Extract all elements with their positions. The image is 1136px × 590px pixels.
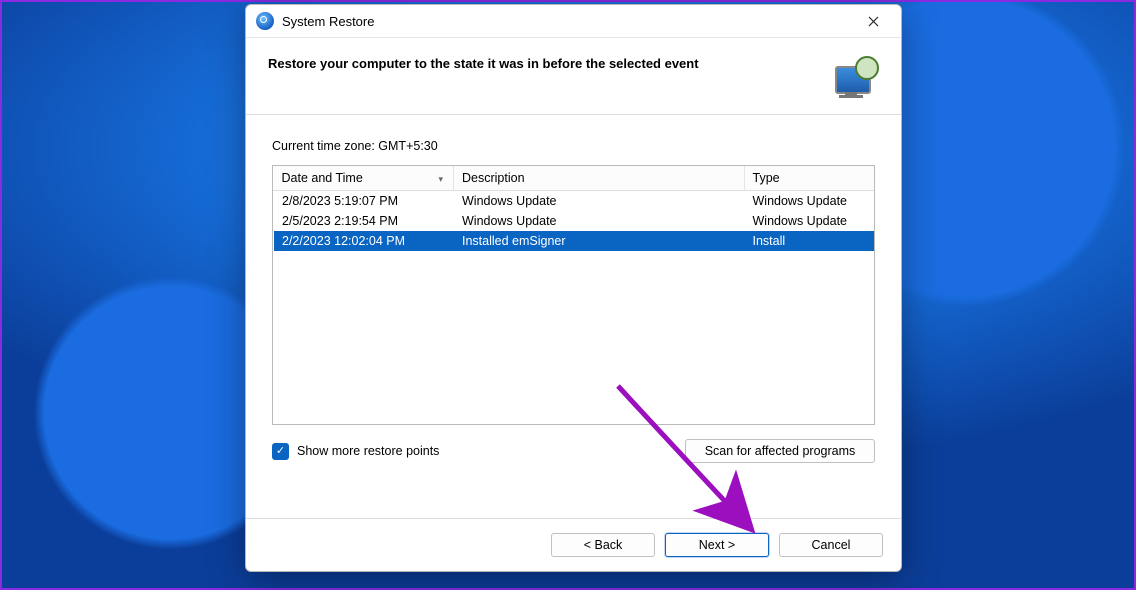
empty-row <box>274 293 875 314</box>
titlebar: System Restore <box>246 5 901 37</box>
column-header-description[interactable]: Description <box>454 166 745 191</box>
cell-description: Windows Update <box>454 191 745 212</box>
restore-hero-icon <box>831 56 879 98</box>
cell-type: Install <box>744 231 874 251</box>
column-header-type[interactable]: Type <box>744 166 874 191</box>
empty-row <box>274 272 875 293</box>
desktop-background: System Restore Restore your computer to … <box>0 0 1136 590</box>
restore-point-row[interactable]: 2/2/2023 12:02:04 PMInstalled emSignerIn… <box>274 231 875 251</box>
wizard-header: Restore your computer to the state it wa… <box>246 37 901 115</box>
window-title: System Restore <box>282 14 374 29</box>
cancel-button[interactable]: Cancel <box>779 533 883 557</box>
next-button[interactable]: Next > <box>665 533 769 557</box>
empty-row <box>274 314 875 335</box>
restore-point-row[interactable]: 2/8/2023 5:19:07 PMWindows UpdateWindows… <box>274 191 875 212</box>
under-table-row: ✓ Show more restore points Scan for affe… <box>272 439 875 463</box>
wizard-body: Current time zone: GMT+5:30 Date and Tim… <box>246 115 901 518</box>
empty-row <box>274 419 875 425</box>
cell-description: Installed emSigner <box>454 231 745 251</box>
empty-row <box>274 356 875 377</box>
show-more-checkbox[interactable]: ✓ <box>272 443 289 460</box>
timezone-label: Current time zone: GMT+5:30 <box>272 139 875 153</box>
system-restore-window: System Restore Restore your computer to … <box>245 4 902 572</box>
wizard-heading: Restore your computer to the state it wa… <box>268 56 831 71</box>
back-button[interactable]: < Back <box>551 533 655 557</box>
empty-row <box>274 335 875 356</box>
close-icon <box>868 16 879 27</box>
close-button[interactable] <box>851 7 895 35</box>
cell-description: Windows Update <box>454 211 745 231</box>
wizard-footer: < Back Next > Cancel <box>246 518 901 571</box>
restore-points-table[interactable]: Date and Time ▾ Description Type 2/8/202… <box>272 165 875 425</box>
show-more-label: Show more restore points <box>297 444 439 458</box>
empty-row <box>274 377 875 398</box>
cell-date: 2/8/2023 5:19:07 PM <box>274 191 454 212</box>
column-header-date[interactable]: Date and Time ▾ <box>274 166 454 191</box>
cell-date: 2/2/2023 12:02:04 PM <box>274 231 454 251</box>
scan-affected-button[interactable]: Scan for affected programs <box>685 439 875 463</box>
cell-type: Windows Update <box>744 211 874 231</box>
empty-row <box>274 398 875 419</box>
cell-date: 2/5/2023 2:19:54 PM <box>274 211 454 231</box>
table-header-row: Date and Time ▾ Description Type <box>274 166 875 191</box>
cell-type: Windows Update <box>744 191 874 212</box>
system-restore-icon <box>256 12 274 30</box>
restore-point-row[interactable]: 2/5/2023 2:19:54 PMWindows UpdateWindows… <box>274 211 875 231</box>
sort-caret-icon: ▾ <box>438 174 443 185</box>
empty-row <box>274 251 875 272</box>
